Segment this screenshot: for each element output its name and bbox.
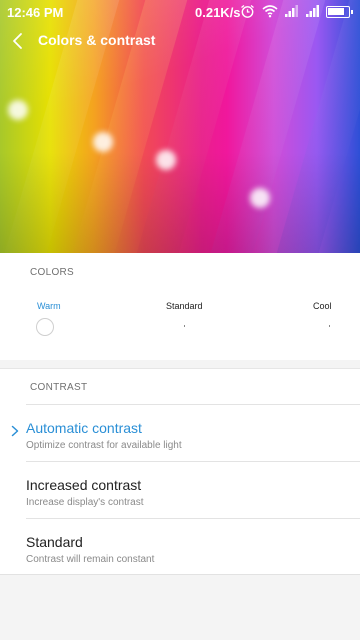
selected-chevron-icon <box>11 425 19 437</box>
signal-icon <box>306 5 319 17</box>
option-title: Automatic contrast <box>26 420 142 436</box>
option-subtitle: Optimize contrast for available light <box>26 440 182 451</box>
back-arrow-icon[interactable] <box>10 31 26 51</box>
status-bar: 12:46 PM 0.21K/s <box>0 0 360 24</box>
option-subtitle: Contrast will remain constant <box>26 554 155 565</box>
color-temp-slider-knob[interactable] <box>36 318 54 336</box>
hero-glow <box>156 150 176 170</box>
hero-glow <box>93 132 113 152</box>
option-automatic-contrast[interactable]: Automatic contrast Optimize contrast for… <box>0 405 360 461</box>
contrast-section: CONTRAST Automatic contrast Optimize con… <box>0 368 360 575</box>
status-time: 12:46 PM <box>7 5 64 20</box>
contrast-section-label: CONTRAST <box>30 382 88 393</box>
battery-icon <box>326 6 353 18</box>
title-bar: Colors & contrast <box>0 28 360 54</box>
color-temp-standard-label[interactable]: Standard <box>166 301 203 311</box>
wifi-icon <box>262 5 278 18</box>
colors-section-label: COLORS <box>30 267 75 278</box>
hero-glow <box>250 188 270 208</box>
hero-glow <box>8 100 28 120</box>
color-temp-tick <box>329 325 330 327</box>
option-subtitle: Increase display's contrast <box>26 497 144 508</box>
page-title: Colors & contrast <box>38 32 156 48</box>
alarm-icon <box>241 4 254 18</box>
network-speed: 0.21K/s <box>195 5 241 20</box>
color-temp-warm-label[interactable]: Warm <box>37 301 61 311</box>
option-title: Increased contrast <box>26 477 142 493</box>
battery-level <box>328 8 344 15</box>
signal-icon <box>285 5 298 17</box>
option-title: Standard <box>26 534 83 550</box>
color-temp-tick <box>184 325 185 327</box>
colors-section: COLORS Warm Standard Cool <box>0 253 360 360</box>
option-standard-contrast[interactable]: Standard Contrast will remain constant <box>0 519 360 575</box>
color-temp-cool-label[interactable]: Cool <box>313 301 332 311</box>
option-increased-contrast[interactable]: Increased contrast Increase display's co… <box>0 462 360 518</box>
